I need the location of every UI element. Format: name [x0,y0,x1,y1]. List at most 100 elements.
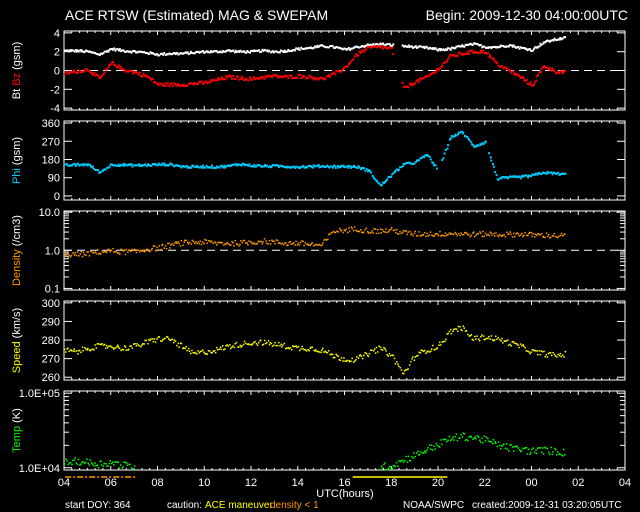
speed-point [216,349,219,351]
density-point [504,236,507,238]
speed-point [63,348,66,351]
density-point [518,235,520,237]
temp-point [83,462,86,465]
bz-point [328,74,331,77]
density-point [179,245,182,247]
speed-point [206,353,208,355]
bz-point [117,64,120,67]
speed-point [116,344,119,346]
density-point [391,227,393,229]
speed-point [371,349,373,351]
speed-point [191,349,193,352]
density-point [361,231,363,234]
density-point [230,244,232,246]
speed-point [384,348,386,350]
temp-point [76,463,79,466]
phi-point [210,166,213,169]
temp-point [510,444,512,446]
density-point [79,253,81,255]
bz-point [216,79,218,82]
density-point [74,252,76,254]
bz-point [525,78,528,81]
density-point [513,235,516,238]
density-point [425,235,427,238]
temp-point [555,449,557,451]
speed-point [502,342,504,344]
density-point [379,228,382,230]
density-point [136,249,138,251]
speed-point [131,347,134,349]
density-point [374,228,377,230]
phi-point [333,164,336,167]
density-point [364,229,366,231]
temp-point [100,460,102,462]
bt-point [298,48,301,51]
bz-point [500,64,503,67]
speed-point [192,352,194,354]
phi-point [204,166,207,169]
density-point [419,234,421,237]
speed-point [452,328,455,331]
density-point [529,231,531,234]
speed-point [507,339,509,341]
temp-point [107,465,109,467]
temp-point [436,444,439,447]
speed-point [489,338,491,340]
temp-point [398,460,400,462]
speed-point [560,355,562,358]
density-point [173,244,175,246]
density-point [417,234,419,237]
temp-point [411,456,413,458]
phi-point [200,166,203,169]
temp-point [439,446,441,448]
density-point [157,249,160,251]
temp-point [394,465,397,468]
density-point [103,251,106,253]
speed-point [143,343,145,345]
bz-point [548,66,551,69]
bt-point [260,50,263,53]
speed-point [444,340,446,343]
speed-point [386,354,388,356]
speed-point [423,349,426,352]
density-point [558,235,560,238]
density-point [80,251,82,253]
density-point [542,236,545,238]
temp-point [129,463,131,466]
bz-point [124,70,127,73]
temp-point [402,461,405,463]
speed-point [380,348,382,351]
temp-point [381,467,384,469]
bz-point [275,74,278,77]
bt-point [278,51,281,54]
density-point [384,231,386,233]
series-temp [63,432,566,471]
speed-point [110,346,113,348]
y-axis-label-part: Bz [11,73,23,89]
density-point [246,242,248,244]
density-point [348,230,351,232]
temp-point [459,437,461,439]
temp-point [556,454,558,456]
bt-point [186,51,189,54]
density-point [135,251,138,254]
temp-point [413,452,415,454]
series-phi [63,130,567,187]
temp-point [549,453,551,456]
density-point [83,253,86,256]
temp-point [449,439,452,442]
speed-point [354,360,356,362]
density-point [483,235,485,238]
bz-point [446,59,449,62]
speed-point [241,345,243,347]
bz-point [511,70,514,73]
bt-point [347,47,350,49]
density-point [233,245,235,247]
temp-point [423,452,425,454]
speed-point [288,347,290,350]
speed-point [145,339,147,342]
temp-point [525,446,528,449]
density-point [515,233,517,235]
density-point [269,243,272,245]
density-point [274,242,276,245]
